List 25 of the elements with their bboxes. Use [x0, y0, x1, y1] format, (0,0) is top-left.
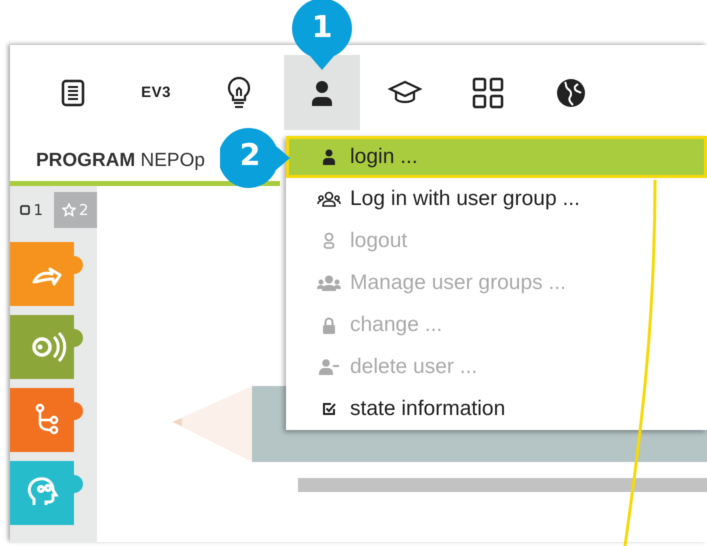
star-icon [62, 203, 76, 217]
user-icon [311, 80, 333, 106]
lock-icon [322, 316, 336, 334]
user-outline-icon [323, 232, 335, 250]
globe-icon [556, 78, 586, 108]
toolbar-button[interactable] [284, 55, 360, 130]
user-minus-icon [319, 359, 339, 375]
menu-item[interactable]: Log in with user group ... [286, 178, 707, 220]
scrollbar[interactable] [298, 478, 707, 492]
user-group-icon [317, 275, 341, 291]
toolbar-button[interactable]: EV3 [118, 55, 194, 130]
square-icon [20, 205, 30, 215]
level-tab[interactable]: 1 [10, 192, 54, 228]
graduation-cap-icon [388, 80, 422, 106]
callout-number: 2 [238, 138, 262, 173]
grid-icon [472, 76, 504, 108]
menu-item[interactable]: state information [286, 388, 707, 430]
menu-item[interactable]: login ... [286, 136, 707, 178]
program-title: PROGRAM NEPOp [36, 150, 205, 172]
callout-number: 1 [310, 10, 334, 45]
user-icon [323, 149, 335, 165]
user-group-icon [317, 191, 341, 207]
lightbulb-icon [226, 76, 252, 110]
checkbox-icon [322, 402, 336, 416]
document-icon [61, 78, 85, 106]
